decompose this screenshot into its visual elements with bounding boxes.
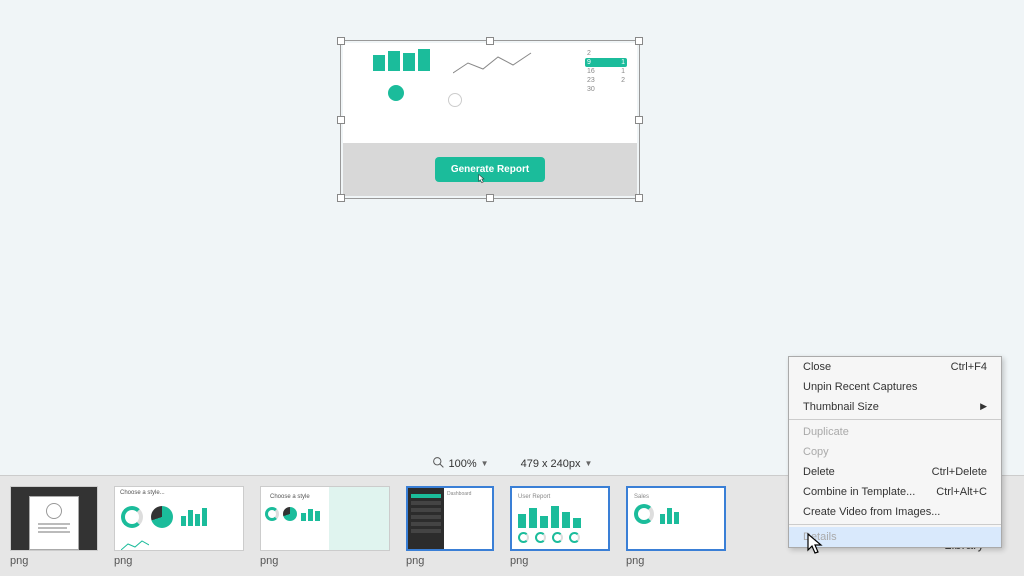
menu-combine[interactable]: Combine in Template... Ctrl+Alt+C (789, 482, 1001, 502)
search-zoom-control[interactable]: 100% ▼ (424, 454, 497, 474)
pointer-cursor-icon (475, 173, 487, 185)
menu-duplicate: Duplicate (789, 422, 1001, 442)
dimensions-control[interactable]: 479 x 240px ▼ (513, 456, 601, 472)
bar-chart-icon (373, 49, 430, 71)
thumbnail-item[interactable]: Dashboard png (406, 486, 494, 567)
menu-copy: Copy (789, 442, 1001, 462)
mini-calendar: 2 91 161 232 30 (585, 49, 627, 137)
thumbnail-preview[interactable]: User Report (510, 486, 610, 551)
chevron-down-icon: ▼ (481, 459, 489, 468)
thumbnail-ext: png (510, 555, 528, 567)
menu-create-video[interactable]: Create Video from Images... (789, 502, 1001, 522)
dimensions-value: 479 x 240px (521, 458, 581, 470)
zoom-value: 100% (449, 458, 477, 470)
thumbnail-ext: png (260, 555, 278, 567)
thumbnail-ext: png (626, 555, 644, 567)
context-menu: Close Ctrl+F4 Unpin Recent Captures Thum… (788, 356, 1002, 548)
thumbnail-item[interactable]: Choose a style... png (114, 486, 244, 567)
thumbnail-item[interactable]: User Report png (510, 486, 610, 567)
thumbnail-item[interactable]: Choose a style png (260, 486, 390, 567)
menu-thumbnail-size[interactable]: Thumbnail Size ▶ (789, 397, 1001, 417)
thumbnail-ext: png (114, 555, 132, 567)
menu-close[interactable]: Close Ctrl+F4 (789, 357, 1001, 377)
thumbnail-item[interactable]: png (10, 486, 98, 567)
ring-icon (448, 93, 462, 107)
generate-report-button[interactable]: Generate Report (435, 157, 545, 182)
chart-preview-area (353, 49, 585, 137)
selected-image-object[interactable]: 2 91 161 232 30 Generate Report (343, 43, 637, 196)
thumbnail-preview[interactable] (10, 486, 98, 551)
thumbnail-preview[interactable]: Sales (626, 486, 726, 551)
thumbnail-preview[interactable]: Choose a style... (114, 486, 244, 551)
thumbnail-preview[interactable]: Dashboard (406, 486, 494, 551)
thumbnail-ext: png (10, 555, 28, 567)
submenu-arrow-icon: ▶ (980, 401, 987, 413)
dot-icon (388, 85, 404, 101)
search-icon (432, 456, 445, 472)
chevron-down-icon: ▼ (585, 459, 593, 468)
button-label: Generate Report (451, 164, 529, 175)
menu-unpin[interactable]: Unpin Recent Captures (789, 377, 1001, 397)
cursor-icon (806, 532, 826, 556)
thumbnail-item[interactable]: Sales png (626, 486, 726, 567)
menu-delete[interactable]: Delete Ctrl+Delete (789, 462, 1001, 482)
line-chart-icon (453, 51, 533, 81)
thumbnail-preview[interactable]: Choose a style (260, 486, 390, 551)
menu-separator (789, 524, 1001, 525)
menu-separator (789, 419, 1001, 420)
thumbnail-ext: png (406, 555, 424, 567)
